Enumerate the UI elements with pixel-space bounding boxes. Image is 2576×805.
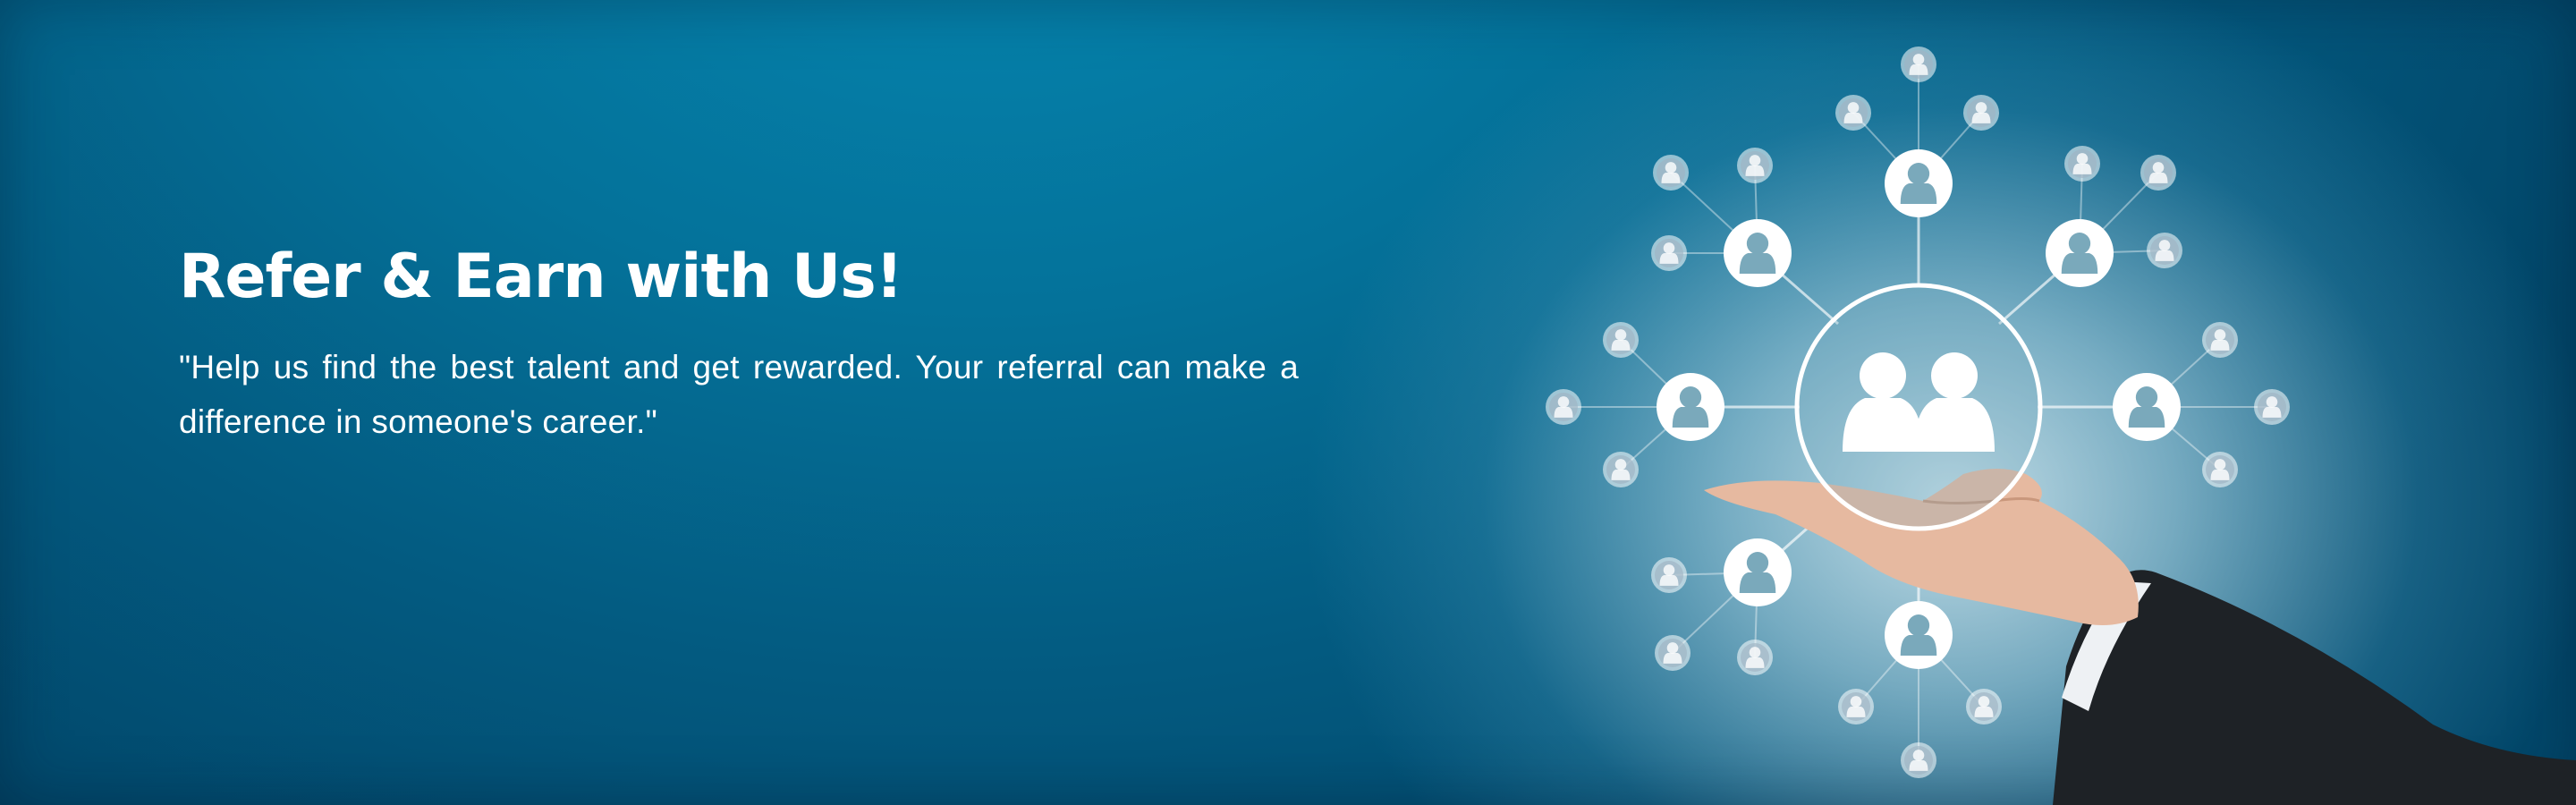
hero-title: Refer & Earn with Us! [179, 242, 903, 312]
hero-subtitle: "Help us find the best talent and get re… [179, 349, 1299, 440]
open-hand [1704, 469, 2576, 805]
referral-hero-banner: Refer & Earn with Us! "Help us find the … [0, 0, 2576, 805]
group-people-icon [1794, 283, 2043, 531]
hero-copy: Refer & Earn with Us! "Help us find the … [179, 234, 1299, 449]
